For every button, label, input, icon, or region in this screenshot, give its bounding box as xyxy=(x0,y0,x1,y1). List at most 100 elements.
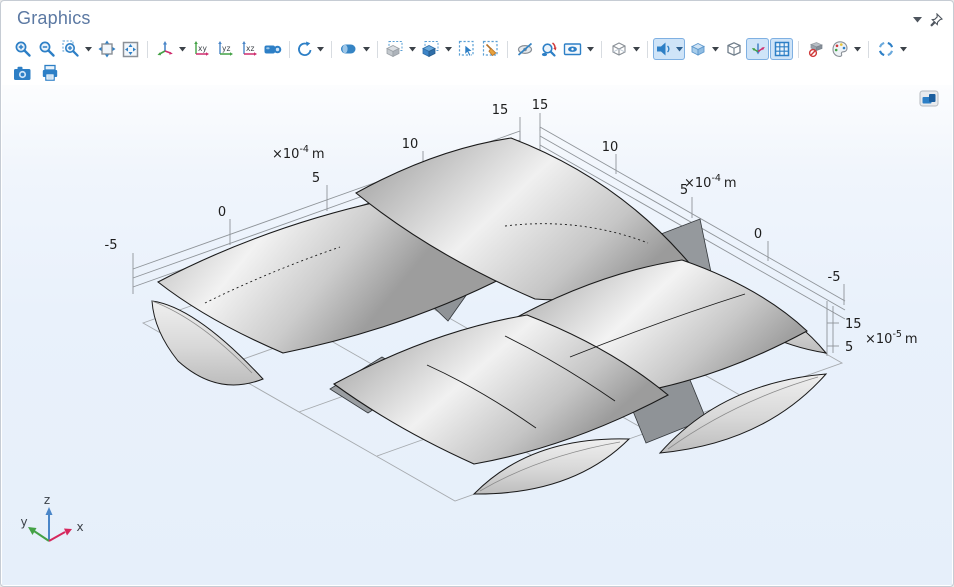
print-button[interactable] xyxy=(38,62,61,84)
light-cylinder-icon xyxy=(339,40,358,58)
bounding-box-button[interactable] xyxy=(722,38,745,60)
camera-icon xyxy=(13,65,32,82)
zoom-to-selection-button[interactable] xyxy=(119,38,142,60)
plot-canvas[interactable]: -5 0 5 10 15 15 10 5 0 -5 15 5 ×10-4m ×1… xyxy=(2,85,952,585)
reset-hiding-button[interactable] xyxy=(537,38,560,60)
update-plot-button[interactable] xyxy=(874,38,897,60)
go-to-xz-view-button[interactable]: xz xyxy=(237,38,260,60)
coordinate-triad: z y x xyxy=(20,493,83,541)
clear-selection-button[interactable] xyxy=(479,38,502,60)
image-snapshot-button[interactable] xyxy=(11,62,34,84)
zoom-out-button[interactable] xyxy=(35,38,58,60)
zoom-in-icon xyxy=(24,51,29,56)
go-to-yz-view-button[interactable]: yz xyxy=(213,38,236,60)
select-box-icon xyxy=(385,40,404,58)
x-tick: -5 xyxy=(105,238,118,253)
yz-view-icon: yz xyxy=(216,40,234,58)
grid-icon xyxy=(773,40,791,58)
zoom-box-icon xyxy=(73,51,77,55)
x-tick: 10 xyxy=(402,137,419,152)
graphics-toolbar-row2 xyxy=(11,62,61,84)
sound-button[interactable] xyxy=(653,38,674,60)
triad-x-label: x xyxy=(76,520,83,534)
zoom-box-button[interactable] xyxy=(59,38,82,60)
material-box-icon xyxy=(689,40,707,58)
scene-camera-button[interactable] xyxy=(261,38,284,60)
eye-box-icon xyxy=(563,40,582,58)
hide-selected-button[interactable] xyxy=(513,38,536,60)
xz-view-icon: xz xyxy=(240,40,258,58)
plot-3d-scene: -5 0 5 10 15 15 10 5 0 -5 15 5 ×10-4m ×1… xyxy=(2,85,952,586)
show-grid-button[interactable] xyxy=(770,38,793,60)
select-entities-button[interactable] xyxy=(455,38,478,60)
scene-light-dropdown[interactable] xyxy=(361,38,372,60)
zoom-out-icon xyxy=(48,51,53,56)
material-rendering-button[interactable] xyxy=(686,38,709,60)
y-tick: 0 xyxy=(754,227,762,242)
svg-text:xz: xz xyxy=(246,44,254,53)
sound-button-group xyxy=(653,38,685,60)
select-highlight-box-button[interactable] xyxy=(419,38,442,60)
axis-orientation-icon xyxy=(749,40,767,58)
z-axis-arrow xyxy=(46,507,53,515)
window-menu-chevron[interactable] xyxy=(913,17,922,23)
eye-slash-icon xyxy=(516,40,534,58)
graphics-toolbar: xy yz xz xyxy=(11,37,923,61)
show-axis-orientation-button[interactable] xyxy=(746,38,769,60)
go-to-default-view-button[interactable] xyxy=(153,38,176,60)
refresh-icon xyxy=(877,40,895,58)
select-highlight-box-icon xyxy=(421,40,440,58)
pin-icon[interactable] xyxy=(930,13,943,27)
x-tick: 0 xyxy=(218,205,226,220)
rotate-icon xyxy=(298,44,310,56)
z-tick: 15 xyxy=(845,317,862,332)
x-axis-arrow xyxy=(64,529,72,536)
legend-off-icon xyxy=(807,40,825,58)
zoom-extents-button[interactable] xyxy=(95,38,118,60)
transparency-cube-icon xyxy=(610,40,628,58)
speaker-icon xyxy=(656,41,672,57)
z-axis-unit-label: ×10-5m xyxy=(865,329,918,347)
zoom-in-button[interactable] xyxy=(11,38,34,60)
triad-z-label: z xyxy=(44,493,50,507)
hide-color-legend-button[interactable] xyxy=(804,38,827,60)
view-hidden-dropdown[interactable] xyxy=(585,38,596,60)
xy-view-icon: xy xyxy=(192,40,210,58)
transparency-dropdown[interactable] xyxy=(631,38,642,60)
rotate-dropdown[interactable] xyxy=(315,38,326,60)
zoom-to-selection-icon xyxy=(121,40,140,59)
y-tick: 15 xyxy=(532,98,549,113)
select-highlight-box-dropdown[interactable] xyxy=(443,38,454,60)
update-plot-dropdown[interactable] xyxy=(898,38,909,60)
plot-thumbnail-icon xyxy=(919,90,939,107)
zoom-extents-icon xyxy=(98,40,116,58)
printer-icon xyxy=(41,64,59,82)
y-tick: -5 xyxy=(828,270,841,285)
transparency-button[interactable] xyxy=(607,38,630,60)
magnifier-reset-icon xyxy=(540,40,558,58)
material-rendering-dropdown[interactable] xyxy=(710,38,721,60)
z-tick: 5 xyxy=(845,340,853,355)
sound-dropdown[interactable] xyxy=(674,38,685,60)
svg-text:yz: yz xyxy=(222,44,230,53)
rotate-button[interactable] xyxy=(295,38,314,60)
graphics-window: Graphics xy yz xz xyxy=(0,0,954,587)
palette-icon xyxy=(831,40,849,58)
triad-y-label: y xyxy=(20,515,27,529)
default-view-dropdown[interactable] xyxy=(177,38,188,60)
svg-text:xy: xy xyxy=(198,44,207,53)
select-box-button[interactable] xyxy=(383,38,406,60)
y-axis-unit-label: ×10-4m xyxy=(684,173,737,191)
projector-icon xyxy=(263,40,282,58)
y-tick: 10 xyxy=(602,140,619,155)
view-hidden-button[interactable] xyxy=(561,38,584,60)
canvas-overlay-button[interactable] xyxy=(918,89,940,108)
color-theme-button[interactable] xyxy=(828,38,851,60)
zoom-box-dropdown[interactable] xyxy=(83,38,94,60)
select-box-dropdown[interactable] xyxy=(407,38,418,60)
go-to-xy-view-button[interactable]: xy xyxy=(189,38,212,60)
color-theme-dropdown[interactable] xyxy=(852,38,863,60)
x-tick: 15 xyxy=(492,103,509,118)
bounding-box-icon xyxy=(725,40,743,58)
scene-light-button[interactable] xyxy=(337,38,360,60)
